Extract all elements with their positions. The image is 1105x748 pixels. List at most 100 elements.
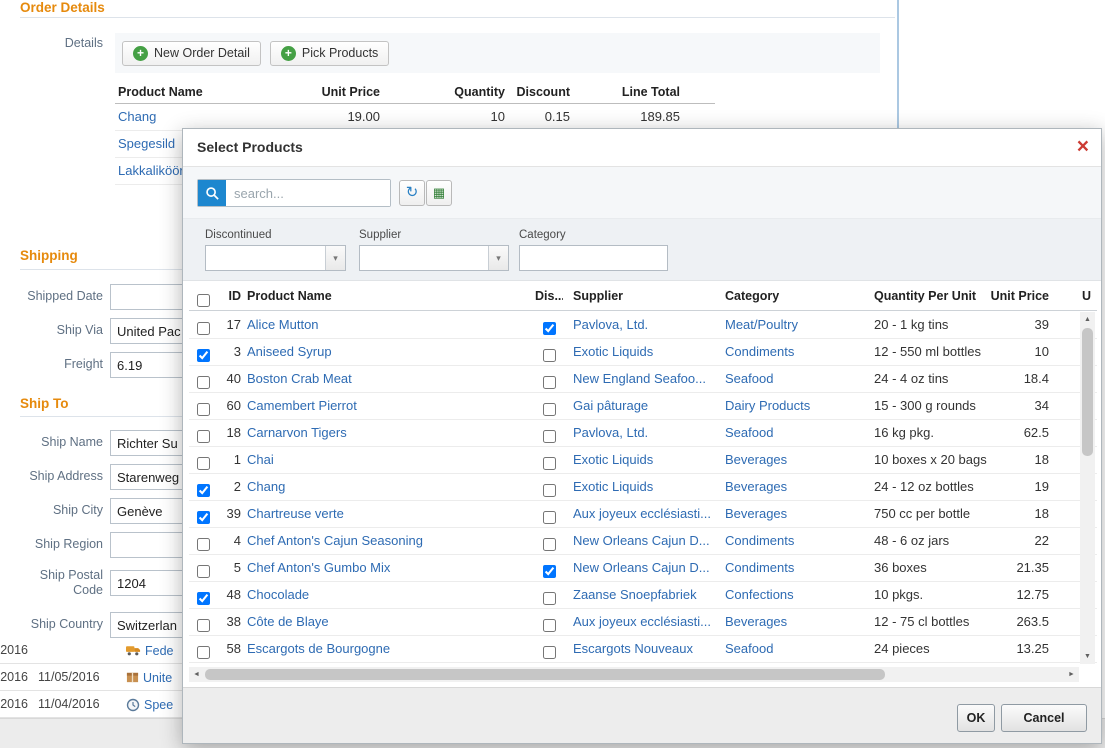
pick-products-button[interactable]: + Pick Products: [270, 41, 389, 66]
scroll-down-icon[interactable]: ▼: [1080, 649, 1095, 664]
product-row[interactable]: 3 Aniseed Syrup Exotic Liquids Condiment…: [189, 339, 1097, 366]
detail-product-link[interactable]: Lakkalikööri: [118, 163, 187, 178]
category-link[interactable]: Condiments: [725, 344, 794, 359]
category-link[interactable]: Beverages: [725, 506, 787, 521]
detail-product-link[interactable]: Spegesild: [118, 136, 175, 151]
supplier-link[interactable]: New England Seafoo...: [573, 371, 706, 386]
product-name-link[interactable]: Camembert Pierrot: [247, 398, 357, 413]
col-supplier[interactable]: Supplier: [573, 281, 721, 307]
shipper-link[interactable]: Fede: [145, 644, 174, 658]
col-product-name[interactable]: Product Name: [247, 281, 535, 307]
supplier-link[interactable]: Exotic Liquids: [573, 344, 653, 359]
product-row[interactable]: 4 Chef Anton's Cajun Seasoning New Orlea…: [189, 528, 1097, 555]
supplier-link[interactable]: Aux joyeux ecclésiasti...: [573, 614, 711, 629]
product-row[interactable]: 40 Boston Crab Meat New England Seafoo..…: [189, 366, 1097, 393]
category-link[interactable]: Seafood: [725, 371, 773, 386]
shipper-link[interactable]: Unite: [143, 671, 172, 685]
supplier-link[interactable]: Pavlova, Ltd.: [573, 425, 648, 440]
product-name-link[interactable]: Escargots de Bourgogne: [247, 641, 390, 656]
row-select-checkbox[interactable]: [197, 565, 210, 578]
product-name-link[interactable]: Chef Anton's Gumbo Mix: [247, 560, 390, 575]
row-select-checkbox[interactable]: [197, 430, 210, 443]
scroll-left-icon[interactable]: ◄: [189, 667, 204, 682]
supplier-link[interactable]: Exotic Liquids: [573, 479, 653, 494]
search-input[interactable]: [226, 180, 390, 206]
orders-grid-row[interactable]: 2016 Fede: [0, 637, 182, 664]
supplier-link[interactable]: Aux joyeux ecclésiasti...: [573, 506, 711, 521]
orders-grid-row[interactable]: 2016 11/05/2016 Unite: [0, 664, 182, 691]
category-link[interactable]: Dairy Products: [725, 398, 810, 413]
category-link[interactable]: Meat/Poultry: [725, 317, 798, 332]
row-select-checkbox[interactable]: [197, 592, 210, 605]
row-select-checkbox[interactable]: [197, 511, 210, 524]
column-picker-button[interactable]: ▦: [426, 180, 452, 206]
col-unit-price[interactable]: Unit Price: [969, 281, 1049, 307]
product-row[interactable]: 60 Camembert Pierrot Gai pâturage Dairy …: [189, 393, 1097, 420]
product-name-link[interactable]: Chai: [247, 452, 274, 467]
discontinued-filter-dropdown[interactable]: ▾: [205, 245, 346, 271]
supplier-link[interactable]: New Orleans Cajun D...: [573, 533, 710, 548]
category-link[interactable]: Seafood: [725, 641, 773, 656]
orders-grid-row[interactable]: 2016 11/04/2016 Spee: [0, 691, 182, 718]
product-name-link[interactable]: Boston Crab Meat: [247, 371, 352, 386]
category-link[interactable]: Beverages: [725, 614, 787, 629]
category-link[interactable]: Beverages: [725, 479, 787, 494]
row-select-checkbox[interactable]: [197, 619, 210, 632]
product-name-link[interactable]: Aniseed Syrup: [247, 344, 332, 359]
row-select-checkbox[interactable]: [197, 403, 210, 416]
refresh-button[interactable]: ↻: [399, 180, 425, 206]
product-name-link[interactable]: Carnarvon Tigers: [247, 425, 347, 440]
product-name-link[interactable]: Chocolade: [247, 587, 309, 602]
row-select-checkbox[interactable]: [197, 349, 210, 362]
product-row[interactable]: 17 Alice Mutton Pavlova, Ltd. Meat/Poult…: [189, 312, 1097, 339]
product-row[interactable]: 38 Côte de Blaye Aux joyeux ecclésiasti.…: [189, 609, 1097, 636]
vertical-scrollbar[interactable]: ▲ ▼: [1080, 312, 1095, 664]
category-link[interactable]: Seafood: [725, 425, 773, 440]
horizontal-scrollbar-thumb[interactable]: [205, 669, 885, 680]
cancel-button[interactable]: Cancel: [1001, 704, 1087, 732]
close-icon[interactable]: ×: [1077, 133, 1089, 161]
row-select-checkbox[interactable]: [197, 457, 210, 470]
product-name-link[interactable]: Chartreuse verte: [247, 506, 344, 521]
horizontal-scrollbar[interactable]: ◄ ►: [189, 667, 1079, 682]
col-discount[interactable]: Discount: [510, 82, 570, 103]
select-all-checkbox[interactable]: [197, 294, 210, 307]
category-link[interactable]: Condiments: [725, 560, 794, 575]
detail-product-link[interactable]: Chang: [118, 109, 156, 124]
product-row[interactable]: 39 Chartreuse verte Aux joyeux ecclésias…: [189, 501, 1097, 528]
row-select-checkbox[interactable]: [197, 538, 210, 551]
product-row[interactable]: 5 Chef Anton's Gumbo Mix New Orleans Caj…: [189, 555, 1097, 582]
col-line-total[interactable]: Line Total: [575, 82, 680, 103]
product-name-link[interactable]: Alice Mutton: [247, 317, 319, 332]
col-unit-price[interactable]: Unit Price: [310, 82, 380, 103]
chevron-down-icon[interactable]: ▾: [488, 246, 508, 270]
row-select-checkbox[interactable]: [197, 484, 210, 497]
supplier-link[interactable]: Zaanse Snoepfabriek: [573, 587, 697, 602]
scroll-right-icon[interactable]: ►: [1064, 667, 1079, 682]
product-row[interactable]: 58 Escargots de Bourgogne Escargots Nouv…: [189, 636, 1097, 663]
scroll-up-icon[interactable]: ▲: [1080, 312, 1095, 327]
category-filter-input[interactable]: [519, 245, 668, 271]
row-select-checkbox[interactable]: [197, 322, 210, 335]
supplier-link[interactable]: New Orleans Cajun D...: [573, 560, 710, 575]
chevron-down-icon[interactable]: ▾: [325, 246, 345, 270]
product-name-link[interactable]: Côte de Blaye: [247, 614, 329, 629]
product-row[interactable]: 18 Carnarvon Tigers Pavlova, Ltd. Seafoo…: [189, 420, 1097, 447]
supplier-link[interactable]: Exotic Liquids: [573, 452, 653, 467]
new-order-detail-button[interactable]: + New Order Detail: [122, 41, 261, 66]
col-units[interactable]: U: [1082, 281, 1096, 307]
col-quantity[interactable]: Quantity: [390, 82, 505, 103]
product-row[interactable]: 2 Chang Exotic Liquids Beverages 24 - 12…: [189, 474, 1097, 501]
category-link[interactable]: Confections: [725, 587, 794, 602]
col-product-name[interactable]: Product Name: [118, 82, 308, 103]
vertical-scrollbar-thumb[interactable]: [1082, 328, 1093, 456]
product-name-link[interactable]: Chef Anton's Cajun Seasoning: [247, 533, 423, 548]
category-link[interactable]: Beverages: [725, 452, 787, 467]
row-select-checkbox[interactable]: [197, 376, 210, 389]
ok-button[interactable]: OK: [957, 704, 995, 732]
col-category[interactable]: Category: [725, 281, 871, 307]
col-discontinued[interactable]: Dis...: [535, 281, 563, 307]
category-link[interactable]: Condiments: [725, 533, 794, 548]
dialog-titlebar[interactable]: Select Products ×: [183, 129, 1101, 167]
shipper-link[interactable]: Spee: [144, 698, 173, 712]
